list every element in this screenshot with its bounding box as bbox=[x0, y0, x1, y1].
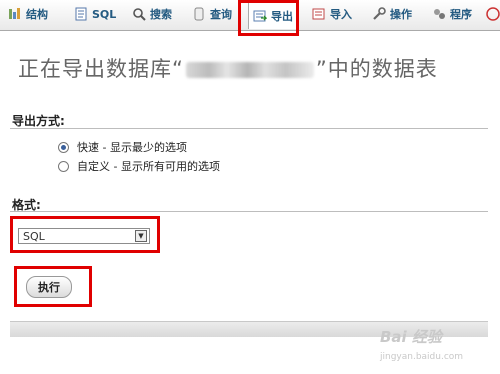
redacted-database-name bbox=[185, 62, 314, 78]
tab-label: 操作 bbox=[390, 8, 412, 21]
tab-label: 程序 bbox=[450, 8, 472, 21]
tab-label: 结构 bbox=[26, 8, 48, 21]
tab-query[interactable]: 查询 bbox=[192, 3, 232, 25]
tab-routines[interactable]: 程序 bbox=[432, 3, 472, 25]
tab-sql[interactable]: SQL bbox=[74, 3, 116, 25]
tab-label: SQL bbox=[92, 7, 117, 21]
format-select-highlight bbox=[10, 216, 160, 253]
title-prefix: 正在导出数据库“ bbox=[18, 57, 184, 81]
divider bbox=[10, 128, 488, 129]
tab-import[interactable]: 导入 bbox=[312, 3, 352, 25]
radio-quick-label: 快速 - 显示最少的选项 bbox=[77, 141, 187, 154]
tab-label: 搜索 bbox=[150, 8, 172, 21]
search-icon bbox=[132, 7, 146, 21]
close-icon bbox=[486, 7, 500, 21]
page-title: 正在导出数据库“ ”中的数据表 bbox=[18, 53, 438, 83]
wrench-icon bbox=[372, 7, 386, 21]
tab-operations[interactable]: 操作 bbox=[372, 3, 412, 25]
watermark-logo: Bai 经验 bbox=[380, 328, 442, 346]
watermark-url: jingyan.baidu.com bbox=[380, 352, 464, 362]
radio-custom[interactable]: 自定义 - 显示所有可用的选项 bbox=[58, 158, 220, 174]
sql-icon bbox=[74, 7, 88, 21]
query-icon bbox=[192, 7, 206, 21]
title-suffix: ”中的数据表 bbox=[315, 57, 438, 81]
structure-icon bbox=[8, 7, 22, 21]
tab-label: 导入 bbox=[330, 8, 352, 21]
export-method-label: 导出方式: bbox=[12, 114, 65, 128]
tab-more[interactable] bbox=[486, 3, 500, 25]
routines-icon bbox=[432, 7, 446, 21]
radio-custom-label: 自定义 - 显示所有可用的选项 bbox=[77, 160, 220, 173]
tab-search[interactable]: 搜索 bbox=[132, 3, 172, 25]
radio-quick[interactable]: 快速 - 显示最少的选项 bbox=[58, 139, 187, 155]
execute-button-highlight bbox=[14, 266, 92, 307]
divider bbox=[10, 211, 488, 212]
radio-custom-button[interactable] bbox=[58, 160, 69, 172]
export-tab-highlight bbox=[238, 0, 299, 36]
tab-structure[interactable]: 结构 bbox=[8, 3, 48, 25]
import-icon bbox=[312, 7, 326, 21]
radio-quick-button[interactable] bbox=[58, 141, 69, 153]
tab-label: 查询 bbox=[210, 8, 232, 21]
